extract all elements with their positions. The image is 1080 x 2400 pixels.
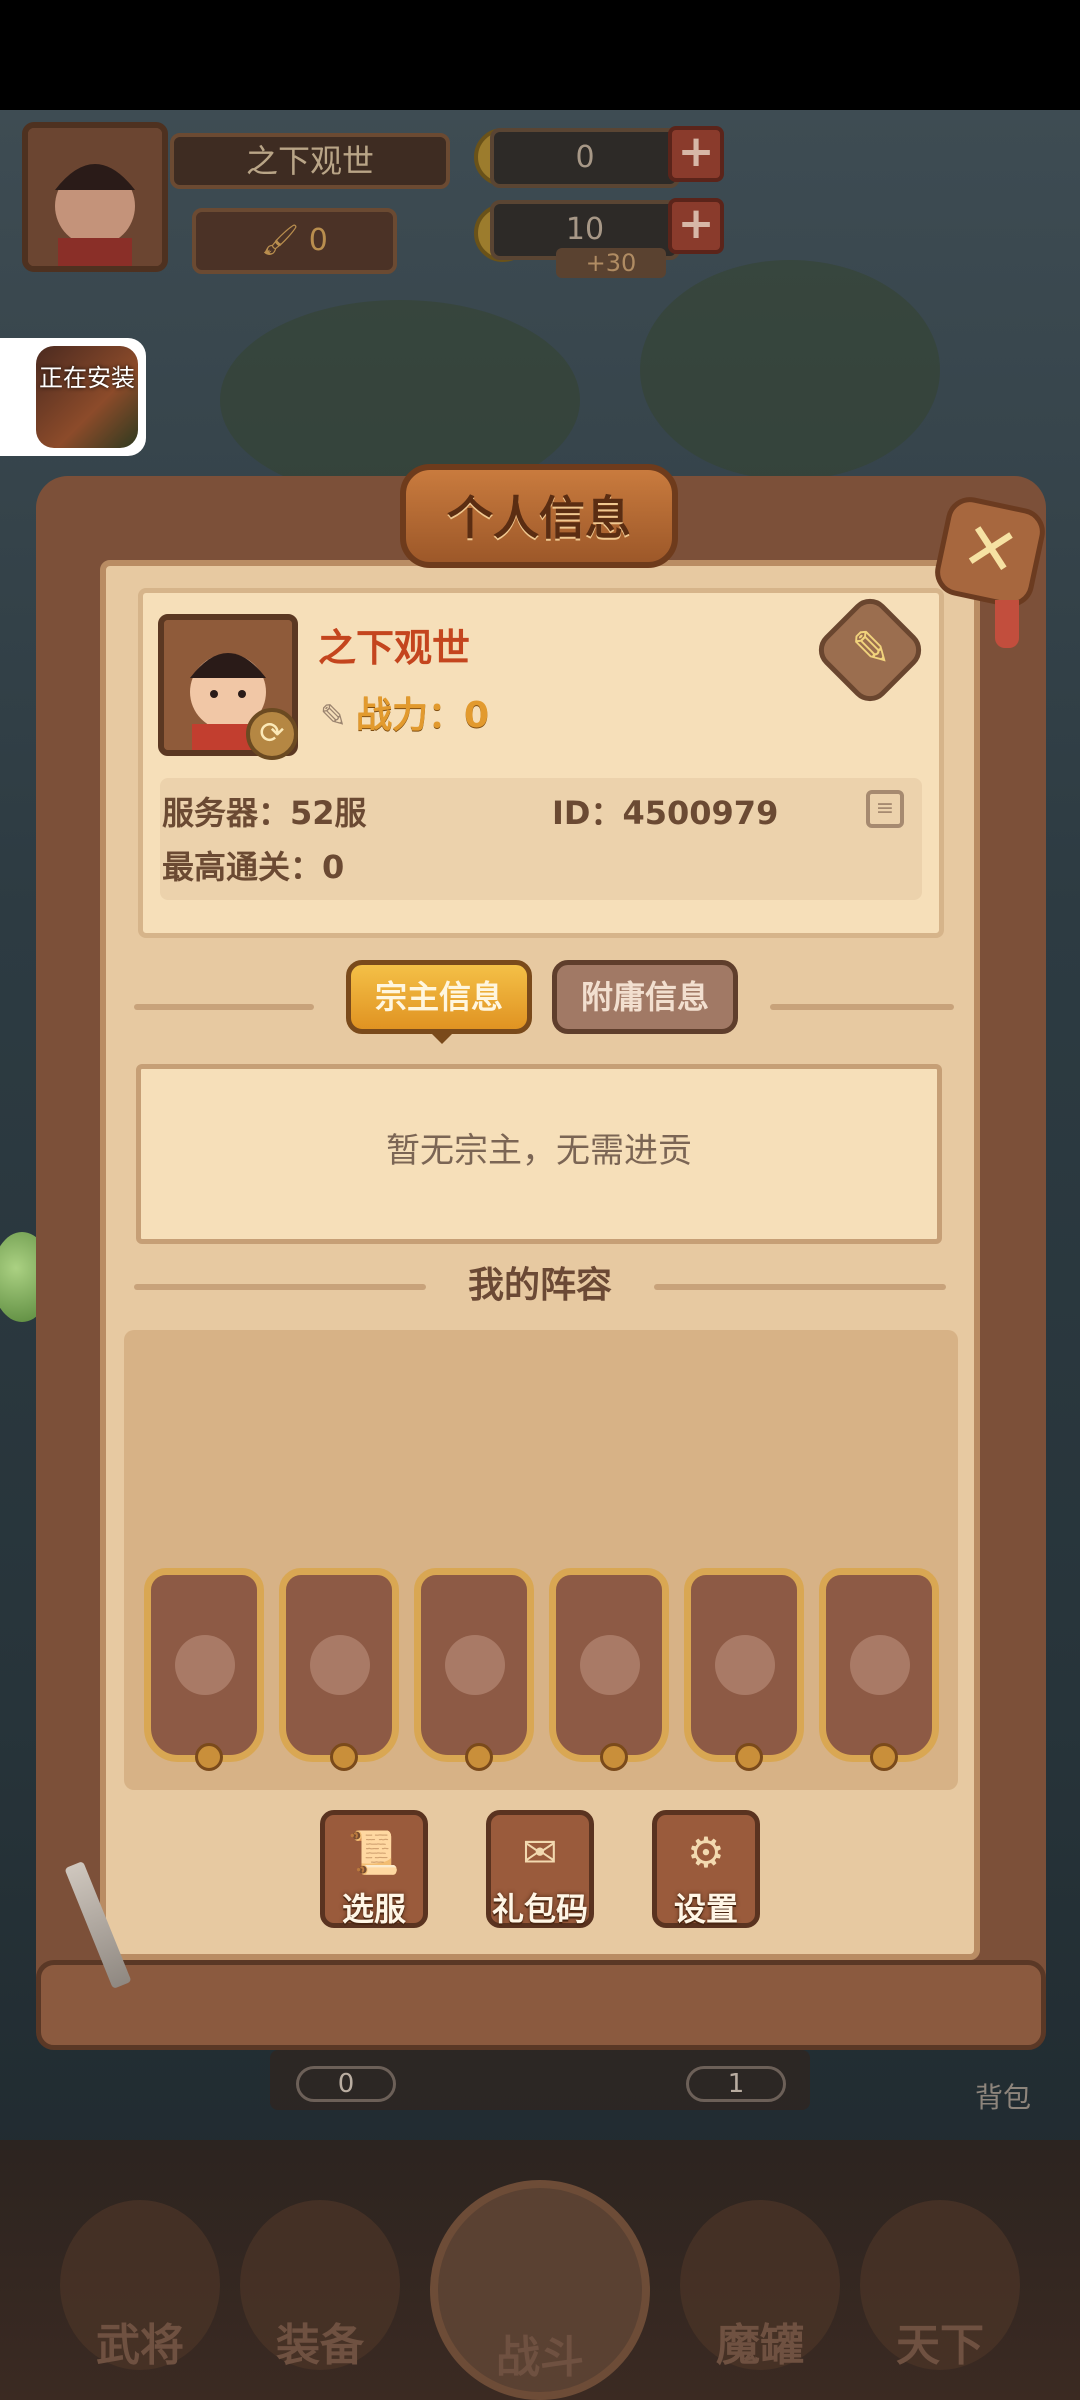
slot-knob bbox=[465, 1743, 493, 1771]
select-server-label: 选服 bbox=[341, 1890, 406, 1928]
tab-suzerain-info[interactable]: 宗主信息 bbox=[346, 960, 532, 1034]
bag-label[interactable]: 背包 bbox=[975, 2080, 1045, 2116]
nav-battle[interactable]: 战斗 bbox=[460, 2330, 620, 2386]
hud-power-value: 0 bbox=[308, 223, 328, 258]
empty-state-message: 暂无宗主，无需进贡 bbox=[386, 1131, 692, 1171]
empty-slot-emblem-icon bbox=[580, 1635, 640, 1695]
close-button[interactable]: ✕ bbox=[930, 492, 1050, 612]
panel-title: 个人信息 bbox=[447, 491, 631, 545]
slot-knob bbox=[330, 1743, 358, 1771]
hud-power: 🖌 0 bbox=[192, 208, 397, 274]
gear-icon: ⚙ bbox=[687, 1828, 725, 1877]
scroll-map-icon: 📜 bbox=[347, 1828, 401, 1877]
lineup-title: 我的阵容 bbox=[467, 1265, 612, 1306]
divider bbox=[770, 1004, 954, 1010]
slot-knob bbox=[735, 1743, 763, 1771]
background-tree bbox=[640, 260, 940, 480]
feather-icon: 🖌 bbox=[261, 223, 300, 258]
hud-avatar[interactable] bbox=[22, 122, 168, 272]
copy-id-icon[interactable]: ≡ bbox=[866, 790, 904, 828]
empty-slot-emblem-icon bbox=[715, 1635, 775, 1695]
panel-bottom-roller bbox=[36, 1960, 1046, 2050]
hud-player-name: 之下观世 bbox=[170, 133, 450, 189]
power-label: 战力：0 bbox=[356, 695, 490, 736]
gift-scroll-icon: ✉ bbox=[522, 1828, 558, 1877]
slot-knob bbox=[600, 1743, 628, 1771]
lineup-slot[interactable] bbox=[684, 1568, 804, 1771]
empty-slot-emblem-icon bbox=[175, 1635, 235, 1695]
player-name: 之下观世 bbox=[318, 626, 471, 670]
nav-equipment[interactable]: 装备 bbox=[240, 2318, 400, 2374]
add-ingot-button[interactable]: + bbox=[668, 126, 724, 182]
slot-knob bbox=[870, 1743, 898, 1771]
nav-world[interactable]: 天下 bbox=[860, 2318, 1020, 2374]
divider bbox=[134, 1004, 314, 1010]
gift-code-label: 礼包码 bbox=[491, 1890, 588, 1928]
active-tab-caret bbox=[428, 1030, 456, 1044]
ingot-counter: 0 bbox=[490, 128, 680, 188]
player-id: ID：4500979 bbox=[552, 794, 779, 832]
slot-knob bbox=[195, 1743, 223, 1771]
highest-clear-label: 最高通关：0 bbox=[162, 848, 345, 886]
empty-slot-emblem-icon bbox=[310, 1635, 370, 1695]
divider bbox=[134, 1284, 426, 1290]
empty-slot-emblem-icon bbox=[850, 1635, 910, 1695]
nav-generals[interactable]: 武将 bbox=[60, 2318, 220, 2374]
server-label: 服务器：52服 bbox=[162, 794, 367, 832]
nav-magic-jar[interactable]: 魔罐 bbox=[680, 2318, 840, 2374]
hud-avatar-portrait bbox=[28, 128, 162, 266]
lineup-slot[interactable] bbox=[414, 1568, 534, 1771]
pencil-icon: ✎ bbox=[850, 621, 892, 677]
feather-icon: ✎ bbox=[320, 697, 347, 735]
lineup-slot[interactable] bbox=[549, 1568, 669, 1771]
tab-vassal-info[interactable]: 附庸信息 bbox=[552, 960, 738, 1034]
lineup-slot[interactable] bbox=[279, 1568, 399, 1771]
settings-label: 设置 bbox=[673, 1890, 738, 1928]
empty-slot-emblem-icon bbox=[445, 1635, 505, 1695]
left-counter: 0 bbox=[296, 2066, 396, 2102]
switch-avatar-icon[interactable]: ⟳ bbox=[246, 708, 298, 760]
coin-bonus: +30 bbox=[556, 248, 666, 278]
tassel-decoration bbox=[995, 600, 1019, 648]
install-status-text: 正在安装 bbox=[39, 364, 135, 392]
add-coin-button[interactable]: + bbox=[668, 198, 724, 254]
status-bar bbox=[0, 0, 1080, 110]
divider bbox=[654, 1284, 946, 1290]
lineup-slot[interactable] bbox=[819, 1568, 939, 1771]
lineup-slot[interactable] bbox=[144, 1568, 264, 1771]
right-counter: 1 bbox=[686, 2066, 786, 2102]
